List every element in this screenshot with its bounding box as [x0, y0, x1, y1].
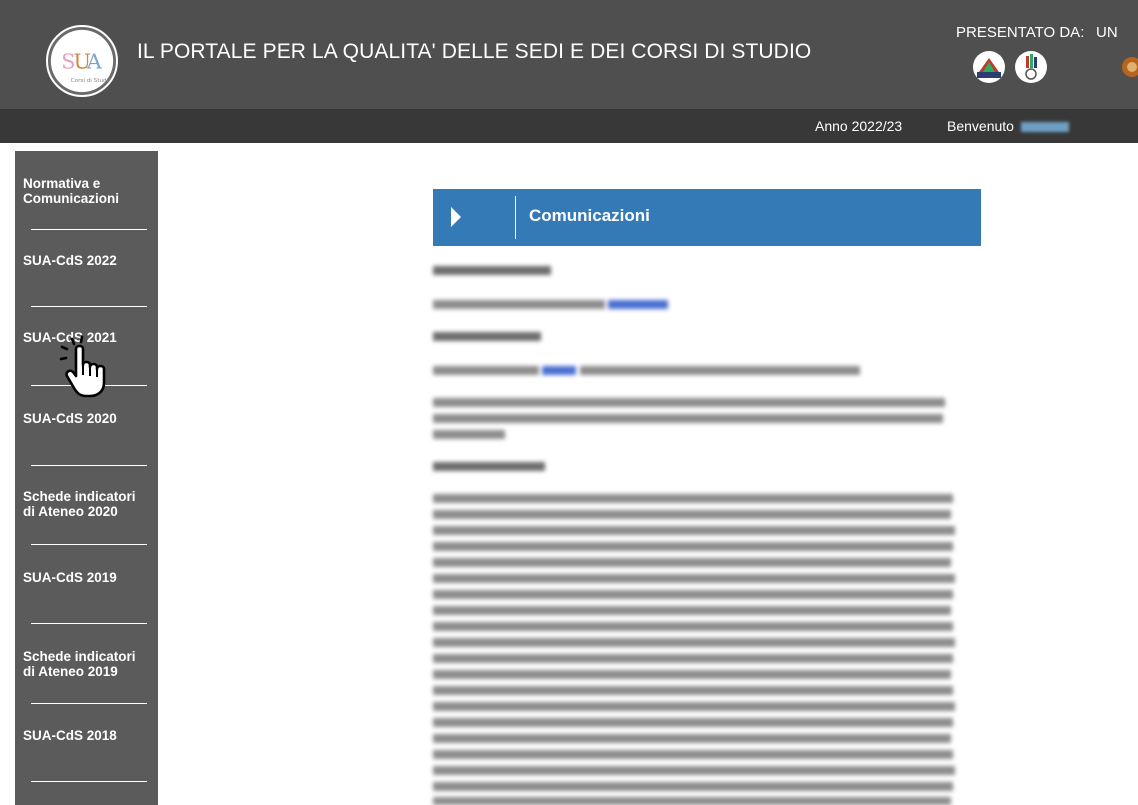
sub-header: Anno 2022/23 Benvenuto [0, 109, 1138, 143]
news-text [433, 686, 953, 695]
partner-label-truncated: UN [1096, 24, 1118, 41]
news-text [433, 574, 955, 583]
news-text [433, 654, 953, 663]
news-text [433, 734, 951, 743]
communications-panel-header[interactable]: Comunicazioni [433, 189, 981, 246]
sidebar-item-label: SUA-CdS 2018 [23, 728, 117, 743]
sidebar-item-label: SUA-CdS 2020 [23, 411, 117, 426]
news-text [433, 542, 953, 551]
news-text [433, 366, 539, 375]
sidebar-item-label: SUA-CdS 2019 [23, 570, 117, 585]
sidebar-item-sua-cds-2019[interactable]: SUA-CdS 2019 [23, 538, 141, 617]
news-text [433, 300, 605, 309]
academic-year: Anno 2022/23 [815, 118, 903, 134]
news-text [433, 606, 951, 615]
news-date [433, 266, 551, 275]
welcome-message: Benvenuto [947, 118, 1069, 134]
sidebar-item-sua-cds-2018[interactable]: SUA-CdS 2018 [23, 696, 141, 775]
sidebar-item-label: Schede indicatori di Ateneo 2019 [23, 648, 136, 679]
ministry-emblem-icon[interactable] [1118, 50, 1138, 84]
hand-pointer-icon [56, 333, 122, 399]
news-text [433, 638, 955, 647]
sidebar-item-schede-ateneo-2019[interactable]: Schede indicatori di Ateneo 2019 [23, 624, 141, 703]
news-text [433, 398, 945, 407]
portal-title: IL PORTALE PER LA QUALITA' DELLE SEDI E … [137, 40, 812, 63]
sidebar-item-schede-ateneo-2020[interactable]: Schede indicatori di Ateneo 2020 [23, 464, 141, 543]
news-link[interactable] [542, 366, 576, 375]
presented-by-label: PRESENTATO DA: [956, 24, 1085, 41]
cineca-logo-icon[interactable] [1014, 50, 1048, 84]
welcome-label: Benvenuto [947, 118, 1014, 134]
news-text [433, 750, 953, 759]
sidebar-item-label: SUA-CdS 2022 [23, 253, 117, 268]
news-text [433, 590, 953, 599]
news-text [433, 526, 955, 535]
panel-separator [515, 196, 516, 239]
news-link[interactable] [608, 300, 668, 309]
news-text [433, 558, 951, 567]
svg-text:A: A [86, 50, 103, 74]
anvur-logo-icon[interactable] [972, 50, 1006, 84]
sidebar-nav: Normativa e Comunicazioni SUA-CdS 2022 S… [15, 151, 158, 805]
sidebar-divider [31, 781, 147, 782]
news-text [433, 622, 953, 631]
sidebar-item-label: Normativa e Comunicazioni [23, 175, 120, 206]
svg-text:Corsi di Studio: Corsi di Studio [71, 78, 113, 84]
sidebar-item-normativa[interactable]: Normativa e Comunicazioni [23, 151, 141, 230]
panel-title: Comunicazioni [529, 206, 650, 225]
news-date [433, 332, 541, 341]
news-text [433, 766, 955, 775]
news-date [433, 462, 545, 471]
sidebar-item-label: Schede indicatori di Ateneo 2020 [23, 488, 136, 519]
sidebar-item-sua-cds-2022[interactable]: SUA-CdS 2022 [23, 221, 141, 300]
news-text [433, 494, 953, 503]
chevron-right-icon [450, 206, 462, 228]
top-header: S U A Corsi di Studio IL PORTALE PER LA … [0, 0, 1138, 109]
news-text [433, 430, 505, 439]
user-name-redacted[interactable] [1020, 122, 1069, 133]
news-text [433, 797, 951, 805]
news-text [580, 366, 860, 375]
news-text [433, 414, 943, 423]
news-text [433, 670, 951, 679]
news-text [433, 782, 953, 791]
news-text [433, 718, 953, 727]
sua-cds-logo-icon[interactable]: S U A Corsi di Studio [46, 25, 118, 97]
news-text [433, 510, 951, 519]
news-text [433, 702, 955, 711]
